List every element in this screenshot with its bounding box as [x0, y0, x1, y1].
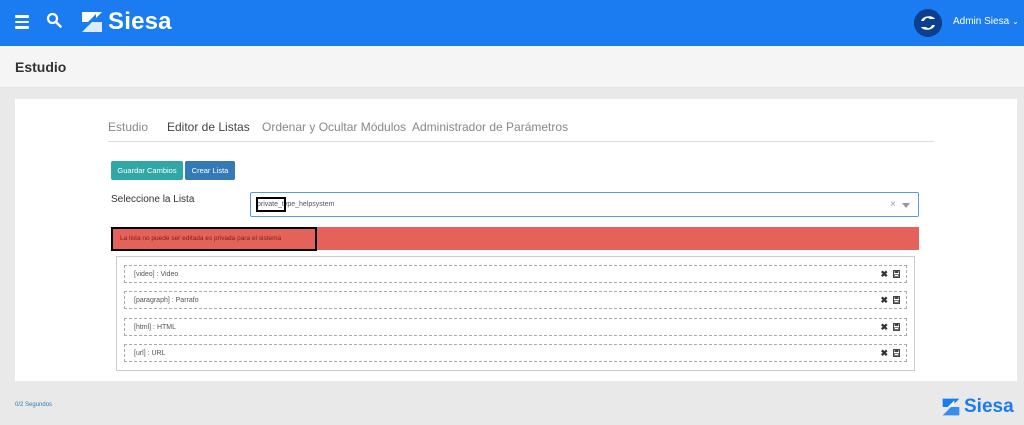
- page-header: Estudio: [0, 46, 1024, 88]
- save-icon[interactable]: [893, 270, 900, 278]
- list-item: [url] : URL ✖: [124, 344, 907, 362]
- top-navbar: Siesa Admin Siesa ⌄: [0, 0, 1024, 46]
- annotation-box-alert: [111, 227, 317, 251]
- hamburger-menu-icon[interactable]: [15, 15, 29, 29]
- list-item-label: [html] : HTML: [134, 324, 177, 331]
- chevron-down-icon: ⌄: [1012, 17, 1019, 26]
- user-avatar[interactable]: [914, 9, 942, 37]
- annotation-box-select: [256, 197, 286, 212]
- tab-editor-de-listas[interactable]: Editor de Listas: [167, 120, 250, 134]
- siesa-logo-icon: [82, 12, 102, 32]
- tab-administrador-de-parametros[interactable]: Administrador de Parámetros: [412, 120, 568, 134]
- footer-brand-name: Siesa: [964, 396, 1014, 417]
- caret-down-icon[interactable]: [902, 203, 910, 208]
- brand-name: Siesa: [108, 8, 172, 35]
- siesa-logo[interactable]: Siesa: [80, 8, 172, 35]
- delete-icon[interactable]: ✖: [880, 295, 888, 306]
- save-icon[interactable]: [893, 323, 900, 331]
- list-item: [paragraph] : Parrafo ✖: [124, 291, 907, 309]
- list-select[interactable]: private_type_helpsystem ×: [250, 192, 919, 217]
- list-item: [video] : Video ✖: [124, 265, 907, 283]
- footer-siesa-logo: Siesa: [941, 396, 1014, 418]
- page-title: Estudio: [15, 59, 67, 75]
- tab-bar: Estudio Editor de Listas Ordenar y Ocult…: [108, 120, 934, 142]
- save-changes-button[interactable]: Guardar Cambios: [111, 161, 183, 180]
- create-list-button[interactable]: Crear Lista: [185, 161, 235, 180]
- list-item-label: [url] : URL: [134, 350, 166, 357]
- delete-icon[interactable]: ✖: [880, 322, 888, 333]
- clear-icon[interactable]: ×: [890, 199, 896, 210]
- save-icon[interactable]: [893, 296, 900, 304]
- save-icon[interactable]: [893, 349, 900, 357]
- siesa-logo-icon: [942, 398, 960, 416]
- tab-ordenar-y-ocultar-modulos[interactable]: Ordenar y Ocultar Módulos: [262, 120, 406, 134]
- select-list-label: Seleccione la Lista: [111, 194, 195, 205]
- list-items-container: [video] : Video ✖ [paragraph] : Parrafo …: [116, 256, 915, 371]
- user-name-label: Admin Siesa: [953, 16, 1010, 27]
- load-time-label: 0/2 Segundos: [15, 402, 53, 408]
- list-item-label: [paragraph] : Parrafo: [134, 297, 199, 304]
- search-icon[interactable]: [46, 12, 62, 28]
- list-item-label: [video] : Video: [134, 271, 179, 278]
- list-item: [html] : HTML ✖: [124, 318, 907, 336]
- delete-icon[interactable]: ✖: [880, 269, 888, 280]
- user-menu[interactable]: Admin Siesa ⌄: [953, 16, 1019, 27]
- tab-estudio[interactable]: Estudio: [108, 120, 148, 134]
- delete-icon[interactable]: ✖: [880, 348, 888, 359]
